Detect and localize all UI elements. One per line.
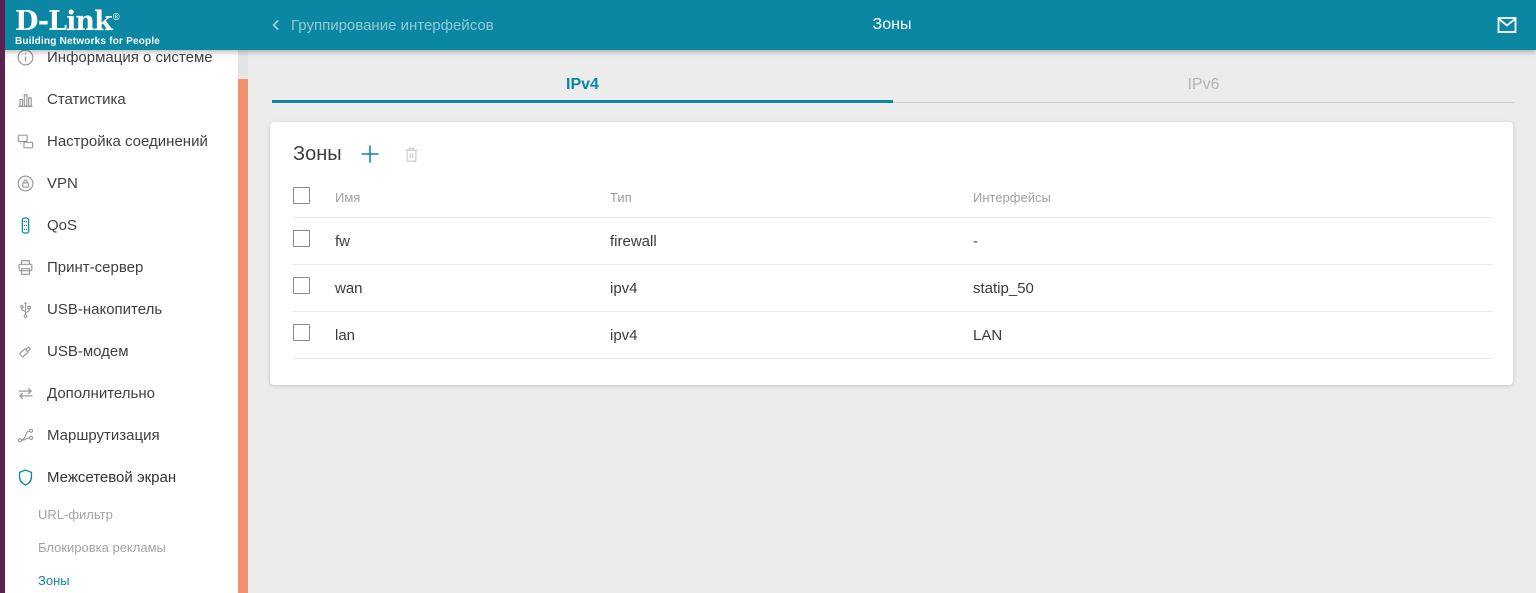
- delete-zone-button[interactable]: [402, 145, 421, 164]
- sidebar: Информация о системе Статистика Настройк…: [0, 50, 248, 593]
- registered-mark: ®: [112, 13, 121, 23]
- sidebar-item-statistics[interactable]: Статистика: [0, 78, 248, 120]
- cell-type: ipv4: [610, 327, 973, 344]
- tab-ipv6[interactable]: IPv6: [893, 50, 1514, 103]
- sidebar-item-label: Принт-сервер: [47, 259, 143, 276]
- main-content: IPv4 IPv6 Зоны Имя Тип Интерфейсы: [248, 50, 1536, 593]
- zones-table: Имя Тип Интерфейсы fw firewall - wan ipv…: [293, 178, 1493, 359]
- connections-icon: [16, 132, 35, 151]
- sidebar-item-label: Настройка соединений: [47, 133, 208, 150]
- row-checkbox[interactable]: [293, 230, 310, 247]
- card-header: Зоны: [293, 136, 1493, 172]
- row-checkbox-cell: [293, 324, 335, 346]
- sidebar-item-vpn[interactable]: VPN: [0, 162, 248, 204]
- sidebar-item-label: Маршрутизация: [47, 427, 160, 444]
- sidebar-item-system-info[interactable]: Информация о системе: [0, 50, 248, 78]
- tab-ipv4[interactable]: IPv4: [272, 50, 893, 103]
- printer-icon: [16, 258, 35, 277]
- sidebar-item-label: Информация о системе: [47, 50, 213, 66]
- trash-icon: [402, 145, 421, 164]
- cell-name: wan: [335, 280, 610, 297]
- sidebar-scrollbar-thumb[interactable]: [238, 79, 248, 593]
- sidebar-subitem-zones[interactable]: Зоны: [0, 564, 248, 593]
- arrows-swap-icon: [16, 384, 35, 403]
- sidebar-item-label: Дополнительно: [47, 385, 155, 402]
- sidebar-item-label: Межсетевой экран: [47, 469, 176, 486]
- top-header: D-Link® Building Networks for People Гру…: [0, 0, 1536, 50]
- sidebar-item-qos[interactable]: QoS: [0, 204, 248, 246]
- row-checkbox-cell: [293, 277, 335, 299]
- column-header-type: Тип: [610, 190, 973, 205]
- bar-chart-icon: [16, 90, 35, 109]
- brand-logo[interactable]: D-Link® Building Networks for People: [0, 0, 248, 50]
- back-link[interactable]: Группирование интерфейсов: [269, 17, 494, 34]
- sidebar-item-label: Статистика: [47, 91, 126, 108]
- sidebar-item-label: QoS: [47, 217, 77, 234]
- cell-type: firewall: [610, 233, 973, 250]
- sidebar-item-label: USB-накопитель: [47, 301, 162, 318]
- sidebar-subitem-ad-block[interactable]: Блокировка рекламы: [0, 531, 248, 564]
- sidebar-item-print-server[interactable]: Принт-сервер: [0, 246, 248, 288]
- table-row[interactable]: wan ipv4 statip_50: [293, 265, 1493, 312]
- cell-name: lan: [335, 327, 610, 344]
- vpn-lock-icon: [16, 174, 35, 193]
- sidebar-menu: Информация о системе Статистика Настройк…: [0, 50, 248, 593]
- sidebar-subitem-label: URL-фильтр: [38, 507, 113, 522]
- add-zone-button[interactable]: [358, 142, 382, 166]
- tab-bar: IPv4 IPv6: [248, 50, 1536, 103]
- table-row[interactable]: fw firewall -: [293, 218, 1493, 265]
- header-checkbox-cell: [293, 187, 335, 209]
- cell-interfaces: LAN: [973, 327, 1493, 344]
- left-accent-stripe: [0, 0, 5, 593]
- brand-tagline: Building Networks for People: [15, 35, 248, 48]
- usb-icon: [16, 300, 35, 319]
- zones-card: Зоны Имя Тип Интерфейсы fw: [270, 122, 1513, 385]
- column-header-interfaces: Интерфейсы: [973, 190, 1493, 205]
- info-icon: [16, 50, 35, 67]
- back-link-label: Группирование интерфейсов: [291, 17, 494, 34]
- sidebar-subitem-label: Зоны: [38, 573, 70, 588]
- sidebar-scrollbar-track[interactable]: [238, 50, 248, 593]
- cell-type: ipv4: [610, 280, 973, 297]
- sidebar-item-routing[interactable]: Маршрутизация: [0, 414, 248, 456]
- table-header-row: Имя Тип Интерфейсы: [293, 178, 1493, 218]
- brand-name-text: D-Link: [15, 6, 112, 37]
- cell-name: fw: [335, 233, 610, 250]
- usb-modem-icon: [16, 342, 35, 361]
- sidebar-item-connections-setup[interactable]: Настройка соединений: [0, 120, 248, 162]
- sidebar-item-label: VPN: [47, 175, 78, 192]
- cell-interfaces: statip_50: [973, 280, 1493, 297]
- sidebar-item-usb-modem[interactable]: USB-модем: [0, 330, 248, 372]
- cell-interfaces: -: [973, 233, 1493, 250]
- shield-icon: [16, 468, 35, 487]
- mail-icon[interactable]: [1495, 13, 1519, 37]
- table-row[interactable]: lan ipv4 LAN: [293, 312, 1493, 359]
- brand-name: D-Link®: [15, 5, 248, 35]
- plus-icon: [358, 142, 382, 166]
- column-header-name: Имя: [335, 190, 610, 205]
- sidebar-subitem-url-filter[interactable]: URL-фильтр: [0, 498, 248, 531]
- sidebar-item-usb-storage[interactable]: USB-накопитель: [0, 288, 248, 330]
- sidebar-item-firewall[interactable]: Межсетевой экран: [0, 456, 248, 498]
- routing-icon: [16, 426, 35, 445]
- select-all-checkbox[interactable]: [293, 187, 310, 204]
- card-title: Зоны: [293, 143, 342, 166]
- header-content: Группирование интерфейсов Зоны: [248, 0, 1536, 50]
- sidebar-item-advanced[interactable]: Дополнительно: [0, 372, 248, 414]
- row-checkbox[interactable]: [293, 324, 310, 341]
- row-checkbox[interactable]: [293, 277, 310, 294]
- back-chevron-icon: [269, 18, 283, 32]
- qos-icon: [16, 216, 35, 235]
- row-checkbox-cell: [293, 230, 335, 252]
- sidebar-item-label: USB-модем: [47, 343, 129, 360]
- sidebar-subitem-label: Блокировка рекламы: [38, 540, 166, 555]
